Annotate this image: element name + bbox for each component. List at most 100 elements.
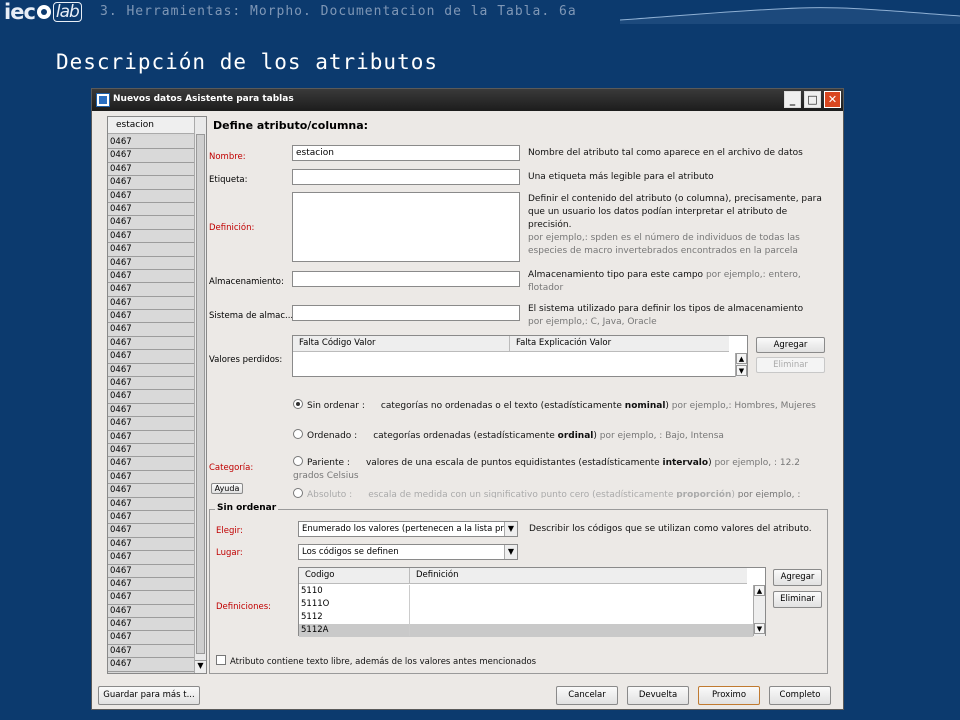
list-item[interactable]: 0467 — [108, 658, 194, 672]
table-row[interactable]: 5112A — [299, 624, 753, 637]
list-item[interactable]: 0467 — [108, 497, 194, 511]
sistema-field[interactable] — [292, 305, 520, 321]
list-item[interactable]: 0467 — [108, 551, 194, 565]
list-item[interactable]: 0467 — [108, 136, 194, 150]
codes-table[interactable]: Codigo Definición 5110 5111O 5112 5112A ▲ ▼ — [298, 567, 766, 637]
column-preview-list[interactable]: estacion 0467 0467 0467 0467 0467 0467 0467 046… — [107, 116, 207, 674]
missing-code-col[interactable]: Falta Código Valor — [299, 336, 376, 351]
scroll-up-icon[interactable]: ▲ — [754, 585, 765, 596]
list-item[interactable]: 0467 — [108, 216, 194, 230]
list-item[interactable]: 0467 — [108, 591, 194, 605]
codigo-col[interactable]: Codigo — [305, 568, 335, 583]
maximize-button[interactable]: □ — [804, 91, 821, 108]
codes-scrollbar[interactable]: ▲ ▼ — [753, 585, 765, 636]
radio-icon[interactable] — [293, 456, 303, 466]
list-item[interactable]: 0467 — [108, 176, 194, 190]
list-item[interactable]: 0467 — [108, 336, 194, 351]
list-item[interactable]: 0467 — [108, 604, 194, 619]
column-rows: 0467 0467 0467 0467 0467 0467 0467 0467 0467 0467… — [108, 136, 194, 672]
radio-icon[interactable] — [293, 399, 303, 409]
nombre-field[interactable]: estacion — [292, 145, 520, 161]
scale-radio-3[interactable]: Absoluto : escala de medida con un signif… — [293, 488, 827, 498]
list-item[interactable]: 0467 — [108, 243, 194, 257]
list-item[interactable]: 0467 — [108, 443, 194, 458]
list-item[interactable]: 0467 — [108, 296, 194, 311]
list-item[interactable]: 0467 — [108, 162, 194, 177]
codes-remove-button[interactable]: Eliminar — [773, 591, 822, 608]
list-item[interactable]: 0467 — [108, 377, 194, 391]
list-item[interactable]: 0467 — [108, 403, 194, 418]
list-item[interactable]: 0467 — [108, 256, 194, 270]
chevron-down-icon[interactable]: ▼ — [504, 545, 517, 559]
list-item[interactable]: 0467 — [108, 564, 194, 578]
table-row[interactable]: 5112 — [299, 611, 753, 624]
finish-button[interactable]: Completo — [769, 686, 831, 705]
table-row[interactable]: 5110 — [299, 585, 753, 598]
back-button[interactable]: Devuelta — [627, 686, 689, 705]
scroll-down-icon[interactable]: ▼ — [754, 623, 765, 634]
list-item[interactable]: 0467 — [108, 457, 194, 471]
scale-radio-2[interactable]: Pariente : valores de una escala de punto… — [293, 456, 827, 483]
missing-values-scrollbar[interactable]: ▲ ▼ — [735, 353, 747, 377]
list-item[interactable]: 0467 — [108, 350, 194, 364]
list-item[interactable]: 0467 — [108, 283, 194, 297]
table-row[interactable]: 5111O — [299, 598, 753, 611]
list-item[interactable]: 0467 — [108, 149, 194, 163]
scroll-down-icon[interactable]: ▼ — [736, 365, 747, 376]
breadcrumb: 3. Herramientas: Morpho. Documentacion d… — [100, 4, 577, 19]
definicion-example: por ejemplo,: spden es el número de indi… — [528, 233, 800, 256]
missing-add-button[interactable]: Agregar — [756, 337, 825, 353]
list-item[interactable]: 0467 — [108, 537, 194, 552]
list-item[interactable]: 0467 — [108, 430, 194, 444]
definicion-textarea[interactable] — [292, 192, 520, 262]
radio-icon[interactable] — [293, 429, 303, 439]
wizard-window: Nuevos datos Asistente para tablas _ □ ✕… — [91, 88, 844, 710]
list-scrollbar[interactable]: ▼ — [194, 117, 206, 673]
list-item[interactable]: 0467 — [108, 390, 194, 404]
list-item[interactable]: 0467 — [108, 577, 194, 592]
checkbox-icon[interactable] — [216, 655, 226, 665]
list-item[interactable]: 0467 — [108, 644, 194, 659]
list-item[interactable]: 0467 — [108, 269, 194, 284]
list-item[interactable]: 0467 — [108, 618, 194, 632]
chevron-down-icon[interactable]: ▼ — [504, 522, 517, 536]
list-item[interactable]: 0467 — [108, 323, 194, 337]
etiqueta-field[interactable] — [292, 169, 520, 185]
next-button[interactable]: Proximo — [698, 686, 760, 705]
almacenamiento-field[interactable] — [292, 271, 520, 287]
cancel-button[interactable]: Cancelar — [556, 686, 618, 705]
free-text-checkbox[interactable]: Atributo contiene texto libre, además de… — [216, 655, 536, 667]
column-header[interactable]: estacion — [108, 117, 194, 134]
window-titlebar[interactable]: Nuevos datos Asistente para tablas _ □ ✕ — [92, 89, 843, 111]
radio-icon[interactable] — [293, 488, 303, 498]
lugar-select[interactable]: Los códigos se definen ▼ — [298, 544, 518, 560]
list-item[interactable]: 0467 — [108, 417, 194, 431]
scale-radio-1[interactable]: Ordenado : categorías ordenadas (estadíst… — [293, 429, 827, 443]
scale-radio-0[interactable]: Sin ordenar : categorías no ordenadas o e… — [293, 399, 827, 413]
list-item[interactable]: 0467 — [108, 524, 194, 538]
scroll-down-icon[interactable]: ▼ — [195, 660, 206, 673]
list-item[interactable]: 0467 — [108, 229, 194, 244]
help-button[interactable]: Ayuda — [211, 483, 243, 494]
save-button[interactable]: Guardar para más t... — [98, 686, 200, 705]
list-item[interactable]: 0467 — [108, 310, 194, 324]
elegir-select[interactable]: Enumerado los valores (pertenecen a la l… — [298, 521, 518, 537]
missing-explanation-col[interactable]: Falta Explicación Valor — [509, 336, 611, 351]
minimize-button[interactable]: _ — [784, 91, 801, 108]
scroll-up-icon[interactable]: ▲ — [736, 353, 747, 364]
list-item[interactable]: 0467 — [108, 510, 194, 525]
elegir-value: Enumerado los valores (pertenecen a la l… — [302, 524, 512, 534]
definicion-col[interactable]: Definición — [409, 568, 459, 583]
list-item[interactable]: 0467 — [108, 631, 194, 645]
missing-values-table[interactable]: Falta Código Valor Falta Explicación Val… — [292, 335, 748, 377]
codes-add-button[interactable]: Agregar — [773, 569, 822, 586]
list-item[interactable]: 0467 — [108, 363, 194, 378]
list-item[interactable]: 0467 — [108, 484, 194, 498]
scroll-thumb[interactable] — [196, 134, 205, 654]
list-item[interactable]: 0467 — [108, 202, 194, 217]
close-button[interactable]: ✕ — [824, 91, 841, 108]
missing-remove-button[interactable]: Eliminar — [756, 357, 825, 373]
list-item[interactable]: 0467 — [108, 189, 194, 203]
radio-example: por ejemplo,: Hombres, Mujeres — [668, 401, 816, 411]
list-item[interactable]: 0467 — [108, 470, 194, 485]
